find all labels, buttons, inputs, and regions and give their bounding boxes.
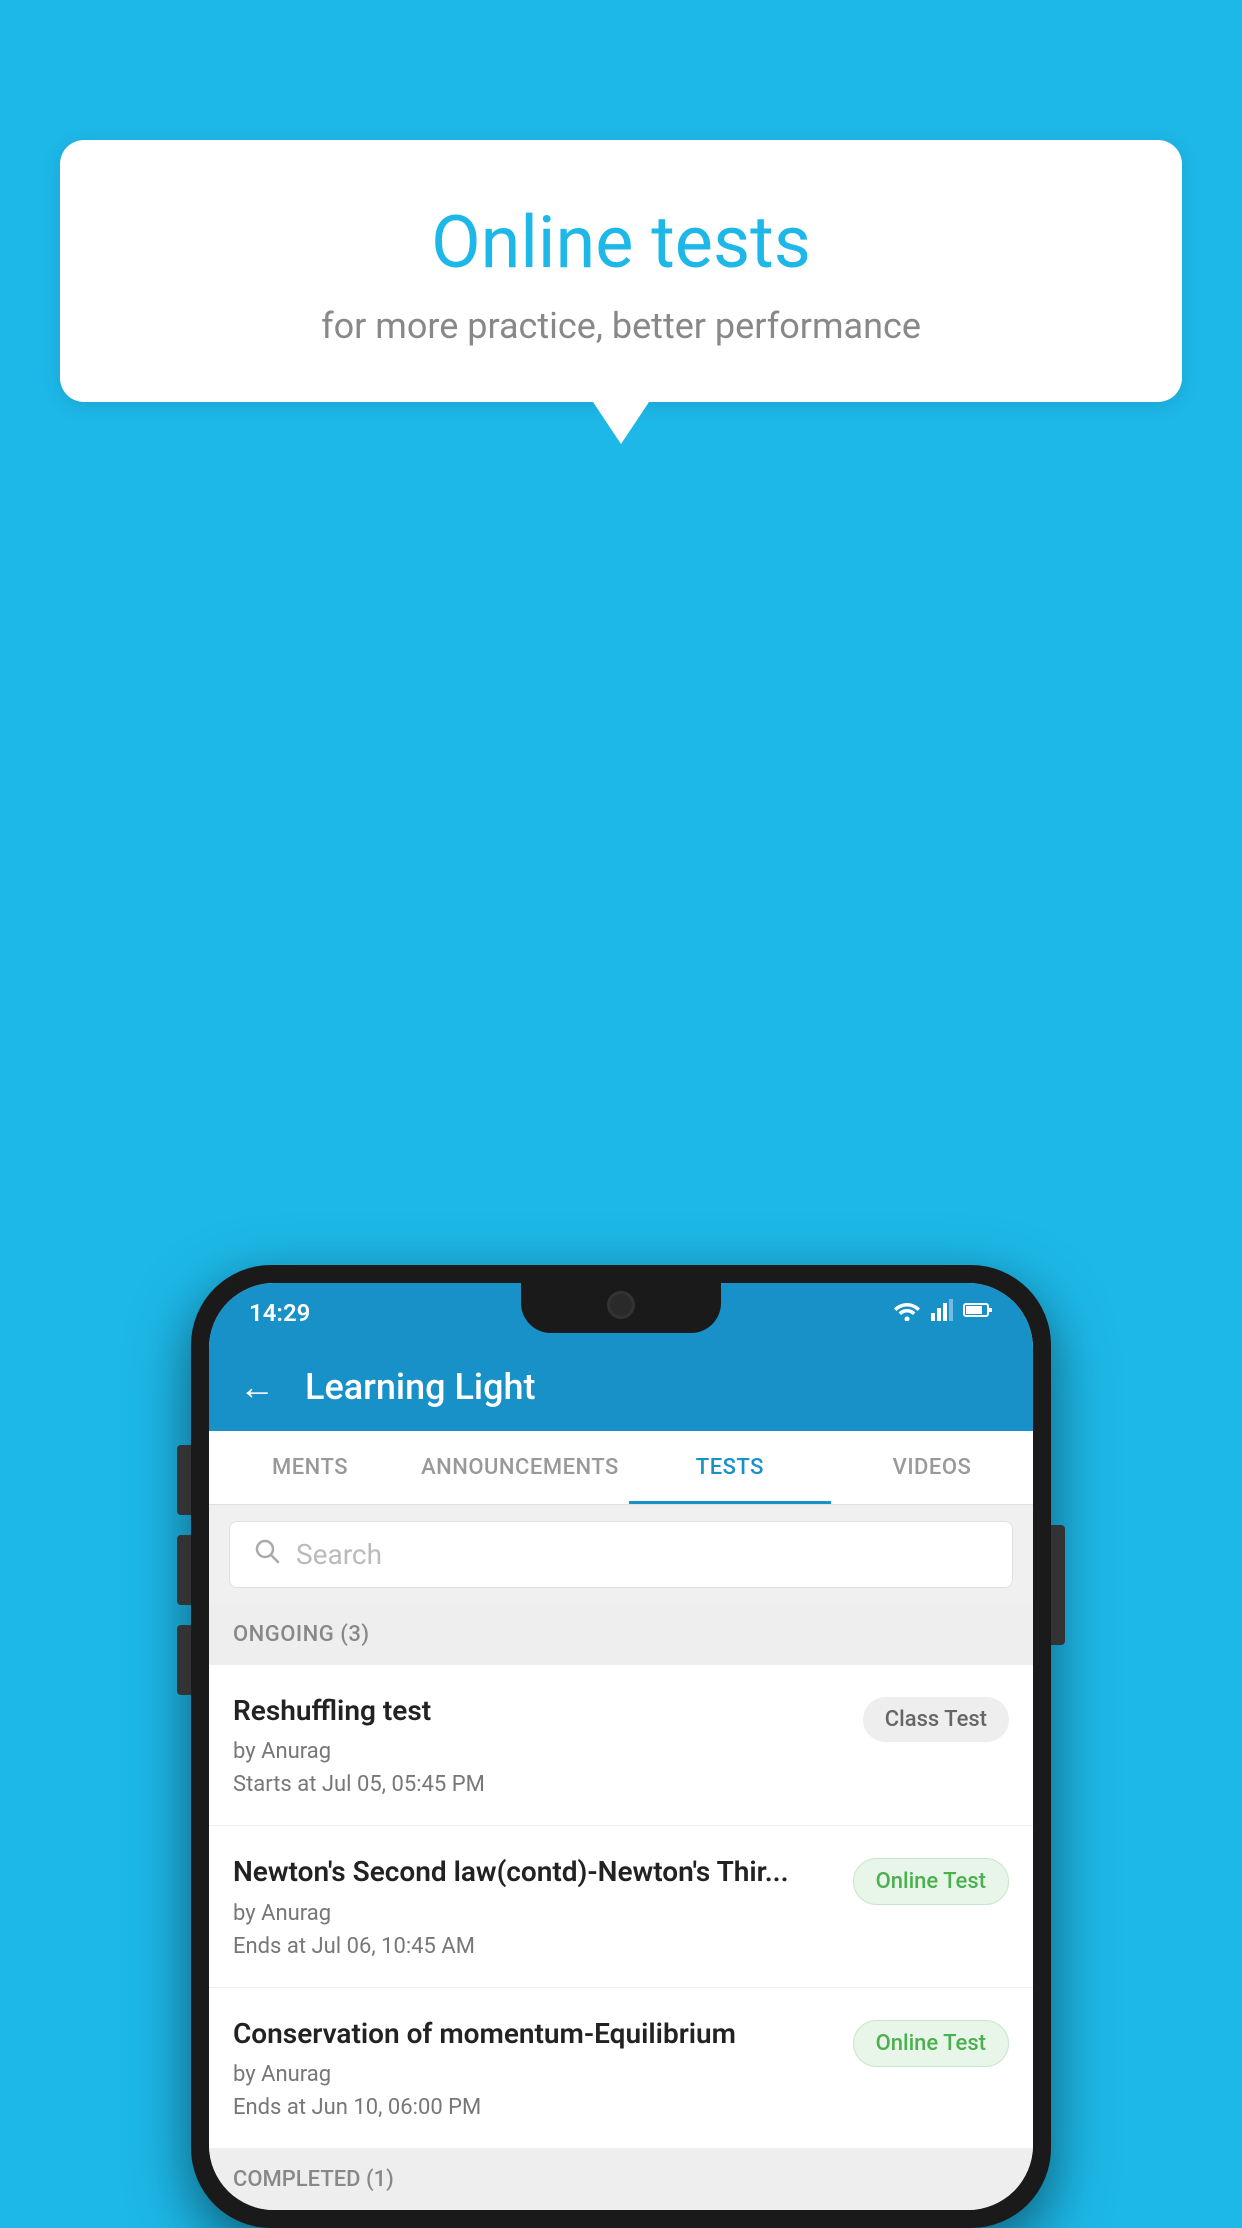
- power-button[interactable]: [1051, 1525, 1065, 1645]
- battery-icon: [963, 1300, 993, 1325]
- phone-screen: 14:29: [209, 1283, 1033, 2210]
- test-info: Conservation of momentum-Equilibrium by …: [233, 2016, 833, 2120]
- app-bar: ← Learning Light: [209, 1343, 1033, 1431]
- test-title: Reshuffling test: [233, 1693, 843, 1729]
- speech-bubble-subtitle: for more practice, better performance: [110, 305, 1132, 347]
- test-item[interactable]: Newton's Second law(contd)-Newton's Thir…: [209, 1826, 1033, 1987]
- search-container: Search: [209, 1505, 1033, 1604]
- speech-bubble: Online tests for more practice, better p…: [60, 140, 1182, 402]
- signal-icon: [931, 1299, 953, 1327]
- tabs-container: MENTS ANNOUNCEMENTS TESTS VIDEOS: [209, 1431, 1033, 1505]
- completed-section-header: COMPLETED (1): [209, 2149, 1033, 2210]
- tab-ments[interactable]: MENTS: [209, 1431, 411, 1504]
- test-info: Newton's Second law(contd)-Newton's Thir…: [233, 1854, 833, 1958]
- phone-container: 14:29: [191, 1265, 1051, 2228]
- test-author: by Anurag: [233, 1901, 833, 1926]
- silent-button[interactable]: [177, 1625, 191, 1695]
- speech-bubble-container: Online tests for more practice, better p…: [60, 140, 1182, 402]
- test-item[interactable]: Conservation of momentum-Equilibrium by …: [209, 1988, 1033, 2149]
- tab-announcements[interactable]: ANNOUNCEMENTS: [411, 1431, 629, 1504]
- status-time: 14:29: [249, 1299, 310, 1327]
- back-button[interactable]: ←: [239, 1366, 275, 1408]
- tab-tests[interactable]: TESTS: [629, 1431, 831, 1504]
- test-author: by Anurag: [233, 2062, 833, 2087]
- tab-videos[interactable]: VIDEOS: [831, 1431, 1033, 1504]
- test-title: Conservation of momentum-Equilibrium: [233, 2016, 833, 2052]
- test-author: by Anurag: [233, 1739, 843, 1764]
- phone-frame: 14:29: [191, 1265, 1051, 2228]
- test-badge-online: Online Test: [853, 2020, 1009, 2067]
- test-badge-online: Online Test: [853, 1858, 1009, 1905]
- search-input-placeholder: Search: [296, 1538, 382, 1571]
- test-badge-class: Class Test: [863, 1697, 1009, 1742]
- test-item[interactable]: Reshuffling test by Anurag Starts at Jul…: [209, 1665, 1033, 1826]
- search-icon: [254, 1538, 280, 1571]
- test-time: Ends at Jul 06, 10:45 AM: [233, 1934, 833, 1959]
- volume-down-button[interactable]: [177, 1535, 191, 1605]
- volume-up-button[interactable]: [177, 1445, 191, 1515]
- test-info: Reshuffling test by Anurag Starts at Jul…: [233, 1693, 843, 1797]
- test-time: Ends at Jun 10, 06:00 PM: [233, 2095, 833, 2120]
- test-list: Reshuffling test by Anurag Starts at Jul…: [209, 1665, 1033, 2149]
- test-title: Newton's Second law(contd)-Newton's Thir…: [233, 1854, 833, 1890]
- wifi-icon: [893, 1299, 921, 1327]
- test-time: Starts at Jul 05, 05:45 PM: [233, 1772, 843, 1797]
- app-bar-title: Learning Light: [305, 1366, 535, 1408]
- status-icons: [893, 1299, 993, 1327]
- ongoing-section-header: ONGOING (3): [209, 1604, 1033, 1665]
- speech-bubble-title: Online tests: [110, 200, 1132, 285]
- phone-camera: [607, 1291, 635, 1319]
- search-bar[interactable]: Search: [229, 1521, 1013, 1588]
